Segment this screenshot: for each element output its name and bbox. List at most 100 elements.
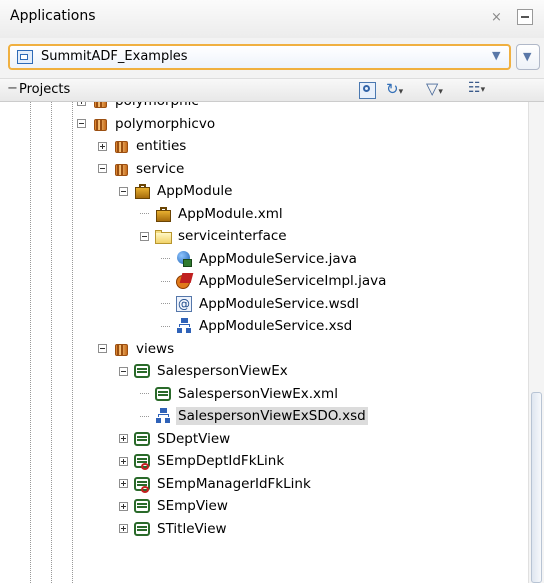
tree-node-label: SEmpView bbox=[157, 498, 228, 514]
expand-icon[interactable] bbox=[119, 524, 128, 533]
expand-icon[interactable] bbox=[119, 479, 128, 488]
applications-panel-titlebar: Applications × bbox=[0, 0, 544, 39]
view-object-icon bbox=[133, 497, 151, 515]
minimize-button[interactable] bbox=[517, 9, 533, 25]
tree-node[interactable]: AppModule bbox=[119, 180, 234, 202]
tree-guide-line bbox=[30, 102, 31, 583]
expand-icon[interactable] bbox=[119, 501, 128, 511]
collapse-icon[interactable]: − bbox=[7, 81, 18, 96]
tree-guide-line bbox=[51, 102, 52, 583]
tree-node-label: AppModuleService.xsd bbox=[199, 318, 353, 334]
tree-node[interactable]: SalespersonViewEx bbox=[119, 360, 290, 382]
tree-node[interactable]: serviceinterface bbox=[140, 225, 289, 247]
view-link-icon bbox=[133, 475, 151, 493]
application-menu-button[interactable]: ▼ bbox=[516, 44, 540, 70]
collapse-icon[interactable] bbox=[140, 231, 149, 241]
chevron-down-icon: ▼ bbox=[523, 50, 532, 63]
app-module-icon bbox=[133, 182, 151, 200]
tree-node[interactable]: service bbox=[98, 158, 186, 180]
view-object-icon bbox=[133, 362, 151, 380]
collapse-icon[interactable] bbox=[98, 344, 107, 353]
tree-node-label: AppModule bbox=[157, 183, 233, 199]
projects-header: − Projects ↻▾ ▽▾ ☷▾ bbox=[0, 78, 544, 102]
wsdl-icon bbox=[175, 295, 193, 313]
tree-node-label: STitleView bbox=[157, 520, 227, 537]
tree-node-label: views bbox=[136, 340, 175, 357]
tree-node-label: serviceinterface bbox=[178, 228, 287, 244]
tree-connector bbox=[140, 393, 149, 394]
tree-node[interactable]: AppModuleService.wsdl bbox=[161, 293, 361, 315]
tree-node-label: AppModuleService.java bbox=[199, 250, 357, 267]
tree-node-label: service bbox=[136, 160, 185, 177]
tree-node[interactable]: views bbox=[98, 338, 176, 360]
expand-icon[interactable] bbox=[119, 456, 128, 466]
package-icon bbox=[112, 137, 130, 155]
chevron-down-icon[interactable]: ▼ bbox=[492, 49, 500, 62]
collapse-icon[interactable] bbox=[119, 366, 128, 376]
tree-node-label: SalespersonViewExSDO.xsd bbox=[176, 407, 368, 425]
xsd-icon bbox=[154, 407, 172, 425]
tree-node-label: SEmpDeptIdFkLink bbox=[157, 453, 285, 469]
vertical-scrollbar[interactable] bbox=[528, 102, 544, 583]
tree-node-label: AppModuleServiceImpl.java bbox=[199, 273, 387, 289]
application-selector-value: SummitADF_Examples bbox=[41, 49, 188, 64]
view-link-icon bbox=[133, 452, 151, 470]
expand-icon[interactable] bbox=[119, 434, 128, 443]
close-icon[interactable]: × bbox=[491, 10, 502, 25]
application-selector-bar: SummitADF_Examples ▼ ▼ bbox=[0, 38, 544, 78]
project-tree: polymorphic polymorphicvo entities service A… bbox=[0, 102, 528, 583]
tree-node[interactable]: SDeptView bbox=[119, 428, 232, 450]
package-icon bbox=[91, 102, 109, 110]
java-impl-icon bbox=[175, 272, 193, 290]
tree-node-label: polymorphicvo bbox=[115, 115, 216, 132]
tree-node-label: AppModuleService.wsdl bbox=[199, 295, 360, 312]
tree-node[interactable]: entities bbox=[98, 135, 188, 157]
sync-icon[interactable]: ↻▾ bbox=[386, 80, 403, 98]
tree-node[interactable]: AppModuleServiceImpl.java bbox=[161, 270, 388, 292]
tree-connector bbox=[140, 415, 149, 417]
tree-node-label: polymorphic bbox=[113, 102, 201, 110]
tree-connector bbox=[140, 213, 149, 214]
tree-node[interactable]: SEmpDeptIdFkLink bbox=[119, 450, 286, 472]
application-icon bbox=[17, 50, 33, 64]
tree-node[interactable]: SEmpView bbox=[119, 495, 230, 517]
package-icon bbox=[112, 340, 130, 358]
tree-node[interactable]: STitleView bbox=[119, 518, 229, 540]
panel-title: Applications bbox=[10, 8, 96, 24]
collapse-icon[interactable] bbox=[77, 119, 86, 128]
tree-node-label: SalespersonViewEx bbox=[157, 363, 288, 379]
application-selector[interactable]: SummitADF_Examples ▼ bbox=[8, 44, 511, 70]
tree-connector bbox=[161, 258, 170, 259]
tree-node[interactable]: AppModuleService.xsd bbox=[161, 315, 354, 337]
tree-node[interactable]: polymorphic bbox=[77, 102, 201, 112]
scrollbar-thumb[interactable] bbox=[531, 392, 542, 583]
collapse-icon[interactable] bbox=[119, 186, 128, 196]
view-object-icon bbox=[133, 430, 151, 448]
tree-node[interactable]: AppModule.xml bbox=[140, 203, 285, 225]
tree-node[interactable]: SalespersonViewEx.xml bbox=[140, 383, 340, 405]
projects-label: Projects bbox=[19, 82, 71, 97]
collapse-icon[interactable] bbox=[98, 164, 107, 173]
tree-node[interactable]: polymorphicvo bbox=[77, 113, 217, 135]
tree-node-label: SDeptView bbox=[157, 430, 231, 447]
tree-guide-line bbox=[72, 102, 73, 583]
tree-node-label: entities bbox=[136, 138, 187, 154]
package-icon bbox=[91, 115, 109, 133]
tree-connector bbox=[161, 280, 170, 282]
tree-connector bbox=[161, 325, 170, 327]
tree-node-label: AppModule.xml bbox=[178, 205, 283, 222]
tree-layout-icon[interactable]: ☷▾ bbox=[468, 80, 485, 98]
tree-node-label: SEmpManagerIdFkLink bbox=[157, 475, 311, 492]
folder-icon bbox=[154, 227, 172, 245]
search-icon[interactable] bbox=[359, 82, 376, 99]
tree-node[interactable]: SEmpManagerIdFkLink bbox=[119, 473, 313, 495]
tree-node[interactable]: AppModuleService.java bbox=[161, 248, 359, 270]
xsd-icon bbox=[175, 317, 193, 335]
expand-icon[interactable] bbox=[98, 141, 107, 151]
tree-node[interactable]: SalespersonViewExSDO.xsd bbox=[140, 405, 368, 427]
expand-icon[interactable] bbox=[77, 102, 86, 106]
tree-node-label: SalespersonViewEx.xml bbox=[178, 385, 338, 402]
filter-icon[interactable]: ▽▾ bbox=[426, 79, 443, 98]
view-object-icon bbox=[133, 520, 151, 538]
java-service-icon bbox=[175, 250, 193, 268]
